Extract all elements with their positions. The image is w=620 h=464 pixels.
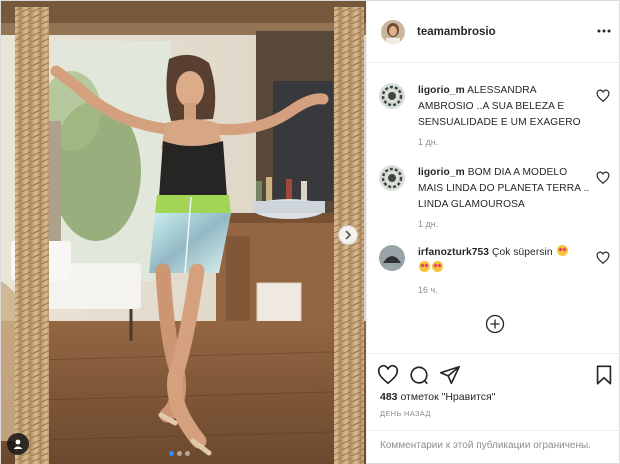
comment-time: 1 дн. bbox=[418, 219, 439, 229]
author-avatar[interactable] bbox=[381, 19, 405, 44]
likes-count[interactable]: 483 отметок "Нравится" bbox=[380, 391, 495, 403]
likes-number: 483 bbox=[380, 391, 398, 403]
carousel-dot bbox=[185, 451, 190, 456]
commenter-avatar-image bbox=[379, 83, 405, 109]
carousel-dot bbox=[169, 451, 174, 456]
comment-time: 1 дн. bbox=[418, 137, 439, 147]
likes-label: отметок "Нравится" bbox=[400, 391, 496, 403]
heart-icon[interactable] bbox=[596, 251, 610, 265]
share-icon[interactable] bbox=[439, 364, 461, 386]
comment-text-block: irfanozturk753 Çok süpersin bbox=[418, 245, 593, 277]
heart-eyes-emoji-icon bbox=[419, 261, 430, 272]
comment-text-block: ligorio_m BOM DIA A MODELO MAIS LINDA DO… bbox=[418, 165, 593, 213]
comment-time: 16 ч. bbox=[418, 285, 438, 295]
chevron-right-icon bbox=[345, 230, 352, 240]
bookmark-icon[interactable] bbox=[593, 364, 615, 386]
comment-icon[interactable] bbox=[408, 364, 430, 386]
heart-icon[interactable] bbox=[596, 171, 610, 185]
comments-closed-notice: Комментарии к этой публикации ограничены… bbox=[367, 430, 620, 464]
author-avatar-image bbox=[381, 19, 405, 44]
more-options-icon bbox=[597, 29, 611, 33]
post-header: teamambrosio bbox=[367, 1, 620, 63]
comment-username[interactable]: ligorio_m bbox=[418, 85, 465, 96]
comment-username[interactable]: ligorio_m bbox=[418, 167, 465, 178]
more-options-button[interactable] bbox=[596, 23, 612, 39]
post-sidebar: teamambrosio ligorio_m ALESSANDRA AMBROS… bbox=[366, 1, 620, 464]
post-date[interactable]: ДЕНЬ НАЗАД bbox=[380, 409, 431, 418]
commenter-avatar-image bbox=[379, 245, 405, 271]
post-photo[interactable] bbox=[1, 1, 366, 464]
heart-icon[interactable] bbox=[377, 364, 399, 386]
heart-eyes-emoji-icon bbox=[432, 261, 443, 272]
comment-text: Çok süpersin bbox=[491, 247, 553, 258]
user-tags-button[interactable] bbox=[7, 433, 29, 455]
heart-icon[interactable] bbox=[596, 89, 610, 103]
post-actions: 483 отметок "Нравится" ДЕНЬ НАЗАД Коммен… bbox=[367, 353, 620, 464]
comments-list: ligorio_m ALESSANDRA AMBROSIO ..A SUA BE… bbox=[367, 63, 620, 353]
author-username[interactable]: teamambrosio bbox=[417, 26, 496, 38]
carousel-indicator bbox=[169, 451, 190, 456]
commenter-avatar[interactable] bbox=[379, 83, 405, 109]
carousel-dot bbox=[177, 451, 182, 456]
commenter-avatar[interactable] bbox=[379, 165, 405, 191]
commenter-avatar-image bbox=[379, 165, 405, 191]
photo-image bbox=[1, 1, 366, 464]
heart-eyes-emoji-icon bbox=[556, 245, 568, 256]
comment-text-block: ligorio_m ALESSANDRA AMBROSIO ..A SUA BE… bbox=[418, 83, 593, 131]
carousel-next-button[interactable] bbox=[338, 225, 358, 245]
user-tag-icon bbox=[13, 439, 23, 449]
commenter-avatar[interactable] bbox=[379, 245, 405, 271]
post-dialog: teamambrosio ligorio_m ALESSANDRA AMBROS… bbox=[0, 0, 620, 464]
comment-username[interactable]: irfanozturk753 bbox=[418, 247, 489, 258]
plus-circle-icon[interactable] bbox=[485, 314, 505, 334]
